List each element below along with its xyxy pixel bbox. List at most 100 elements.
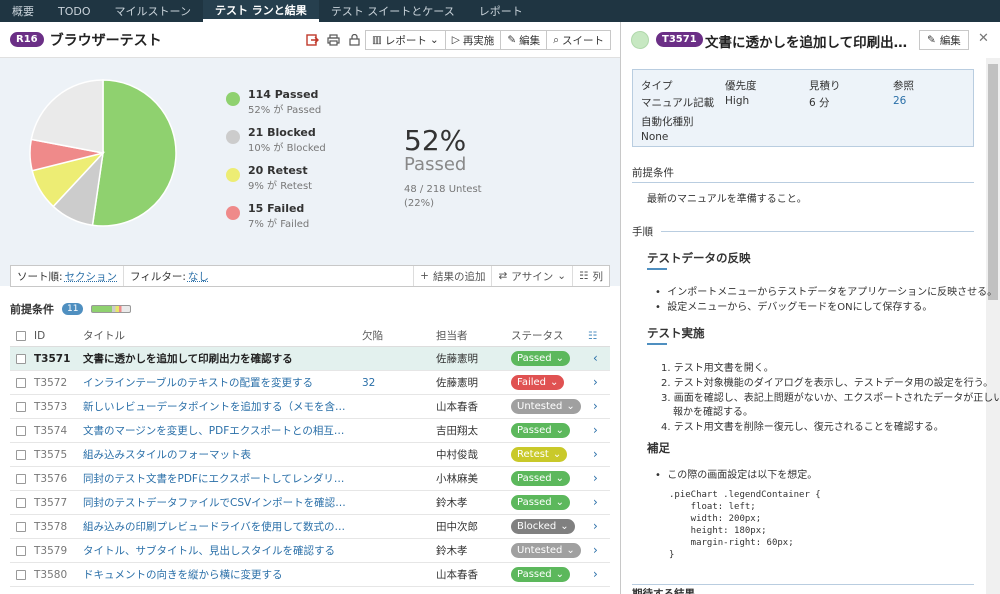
chevron-down-icon: ⌄	[429, 34, 439, 46]
column-settings-icon[interactable]: ☷	[588, 330, 597, 342]
row-title-link[interactable]: 組み込みの印刷プレビュードライバを使用して数式のレンダリング...	[83, 519, 353, 534]
chevron-down-icon: ⌄	[555, 425, 565, 436]
row-title-link[interactable]: タイトル、サブタイトル、見出しスタイルを確認する	[83, 543, 353, 558]
tab-milestones[interactable]: マイルストーン	[103, 0, 203, 22]
row-assignee: 小林麻美	[436, 473, 478, 485]
row-checkbox[interactable]	[16, 450, 26, 460]
export-icon[interactable]	[304, 31, 321, 48]
columns-button[interactable]: ☷ 列	[572, 266, 609, 286]
row-checkbox[interactable]	[16, 474, 26, 484]
row-status-dropdown[interactable]: Passed ⌄	[511, 495, 571, 510]
select-all-checkbox[interactable]	[16, 331, 26, 341]
row-id: T3578	[34, 520, 68, 533]
row-checkbox[interactable]	[16, 570, 26, 580]
header-id[interactable]: ID	[34, 330, 45, 342]
row-title-link[interactable]: ドキュメントの向きを縦から横に変更する	[83, 567, 353, 582]
print-icon[interactable]	[325, 31, 342, 48]
row-defect-link[interactable]: 32	[362, 377, 375, 389]
chevron-right-icon[interactable]: ›	[593, 543, 598, 557]
row-title-link[interactable]: 文書のマージンを変更し、PDFエクスポートとの相互運用性をテ...	[83, 423, 353, 438]
suite-button[interactable]: ⌕ スイート	[546, 30, 612, 50]
row-status-dropdown[interactable]: Passed ⌄	[511, 471, 571, 486]
report-dropdown-button[interactable]: ▥ レポート ⌄	[365, 30, 446, 50]
failed-dot-icon	[226, 206, 240, 220]
row-title-link[interactable]: 組み込みスタイルのフォーマット表	[83, 447, 353, 462]
row-checkbox[interactable]	[16, 402, 26, 412]
edit-run-button[interactable]: ✎ 編集	[500, 30, 548, 50]
tab-overview[interactable]: 概要	[0, 0, 46, 22]
step-subheading: テストデータの反映	[647, 251, 751, 265]
row-title-link[interactable]: インラインテーブルのテキストの配置を変更する	[83, 375, 353, 390]
row-status-dropdown[interactable]: Untested ⌄	[511, 399, 581, 414]
table-row[interactable]: T3574 文書のマージンを変更し、PDFエクスポートとの相互運用性をテ... 吉田…	[10, 419, 610, 443]
table-row[interactable]: T3579 タイトル、サブタイトル、見出しスタイルを確認する 鈴木孝 Untested…	[10, 539, 610, 563]
table-row[interactable]: T3577 同封のテストデータファイルでCSVインポートを確認する 鈴木孝 Passe…	[10, 491, 610, 515]
row-checkbox[interactable]	[16, 354, 26, 364]
table-row[interactable]: T3572 インラインテーブルのテキストの配置を変更する 32 佐藤憲明 Failed ⌄…	[10, 371, 610, 395]
row-status-dropdown[interactable]: Passed ⌄	[511, 567, 571, 582]
sort-label: ソート順:	[17, 270, 63, 283]
header-defect[interactable]: 欠陥	[362, 328, 383, 343]
plus-icon: +	[420, 270, 429, 282]
status-label: Retest	[517, 449, 549, 460]
row-checkbox[interactable]	[16, 522, 26, 532]
header-title[interactable]: タイトル	[83, 328, 125, 343]
header-status[interactable]: ステータス	[511, 328, 564, 343]
row-title-link[interactable]: 新しいレビューデータポイントを追加する（メモを含む）	[83, 399, 353, 414]
row-checkbox[interactable]	[16, 426, 26, 436]
chevron-right-icon[interactable]: ›	[593, 423, 598, 437]
row-assignee: 山本春香	[436, 401, 478, 413]
add-result-button[interactable]: + 結果の追加	[413, 266, 491, 286]
chevron-left-icon[interactable]: ‹	[593, 351, 598, 365]
tab-reports[interactable]: レポート	[467, 0, 535, 22]
chevron-right-icon[interactable]: ›	[593, 399, 598, 413]
sort-control[interactable]: ソート順: セクション	[11, 266, 125, 286]
lock-icon[interactable]	[346, 31, 363, 48]
table-row[interactable]: T3573 新しいレビューデータポイントを追加する（メモを含む） 山本春香 Untes…	[10, 395, 610, 419]
detail-edit-button[interactable]: ✎ 編集	[919, 30, 969, 50]
row-status-dropdown[interactable]: Passed ⌄	[511, 351, 571, 366]
row-status-dropdown[interactable]: Passed ⌄	[511, 423, 571, 438]
row-title-link[interactable]: 文書に透かしを追加して印刷出力を確認する	[83, 351, 353, 366]
row-status-dropdown[interactable]: Failed ⌄	[511, 375, 565, 390]
assign-button[interactable]: ⇄ アサイン ⌄	[491, 266, 572, 286]
table-row[interactable]: T3575 組み込みスタイルのフォーマット表 中村俊哉 Retest ⌄ ›	[10, 443, 610, 467]
table-row[interactable]: T3578 組み込みの印刷プレビュードライバを使用して数式のレンダリング... 田中…	[10, 515, 610, 539]
row-assignee: 山本春香	[436, 569, 478, 581]
table-row[interactable]: T3571 文書に透かしを追加して印刷出力を確認する 佐藤憲明 Passed ⌄ ‹	[10, 347, 610, 371]
rerun-button[interactable]: ▷ 再実施	[444, 30, 502, 50]
meta-ref-link[interactable]: 26	[893, 95, 914, 107]
row-checkbox[interactable]	[16, 546, 26, 556]
tab-todo[interactable]: TODO	[46, 0, 103, 22]
row-status-dropdown[interactable]: Retest ⌄	[511, 447, 568, 462]
filter-value-link[interactable]: なし	[188, 269, 209, 284]
legend-sub: 10% が Blocked	[248, 143, 326, 154]
filter-control[interactable]: フィルター: なし	[124, 266, 215, 286]
scrollbar-thumb[interactable]	[988, 64, 998, 300]
table-row[interactable]: T3576 同封のテスト文書をPDFにエクスポートしてレンダリングを確認する 小林麻…	[10, 467, 610, 491]
chevron-right-icon[interactable]: ›	[593, 495, 598, 509]
row-title-link[interactable]: 同封のテスト文書をPDFにエクスポートしてレンダリングを確認する	[83, 471, 353, 486]
detail-title: 文書に透かしを追加して印刷出力...	[705, 35, 915, 51]
row-title-link[interactable]: 同封のテストデータファイルでCSVインポートを確認する	[83, 495, 353, 510]
close-icon[interactable]: ✕	[978, 31, 989, 46]
passed-dot-icon	[226, 92, 240, 106]
chevron-right-icon[interactable]: ›	[593, 567, 598, 581]
pencil-icon: ✎	[507, 34, 517, 46]
tab-test-suites[interactable]: テスト スイートとケース	[319, 0, 467, 22]
row-status-dropdown[interactable]: Blocked ⌄	[511, 519, 575, 534]
sort-value-link[interactable]: セクション	[65, 269, 118, 284]
tab-test-runs[interactable]: テスト ランと結果	[202, 0, 319, 22]
meta-estimate: 見積り 6 分	[809, 78, 841, 110]
row-status-dropdown[interactable]: Untested ⌄	[511, 543, 581, 558]
chevron-right-icon[interactable]: ›	[593, 375, 598, 389]
header-assignee[interactable]: 担当者	[436, 328, 468, 343]
row-checkbox[interactable]	[16, 498, 26, 508]
row-checkbox[interactable]	[16, 378, 26, 388]
chevron-right-icon[interactable]: ›	[593, 447, 598, 461]
chevron-right-icon[interactable]: ›	[593, 519, 598, 533]
pass-percentage: 52%	[404, 124, 467, 157]
chevron-down-icon: ⌄	[566, 401, 575, 412]
chevron-right-icon[interactable]: ›	[593, 471, 598, 485]
table-row[interactable]: T3580 ドキュメントの向きを縦から横に変更する 山本春香 Passed ⌄ ›	[10, 563, 610, 587]
